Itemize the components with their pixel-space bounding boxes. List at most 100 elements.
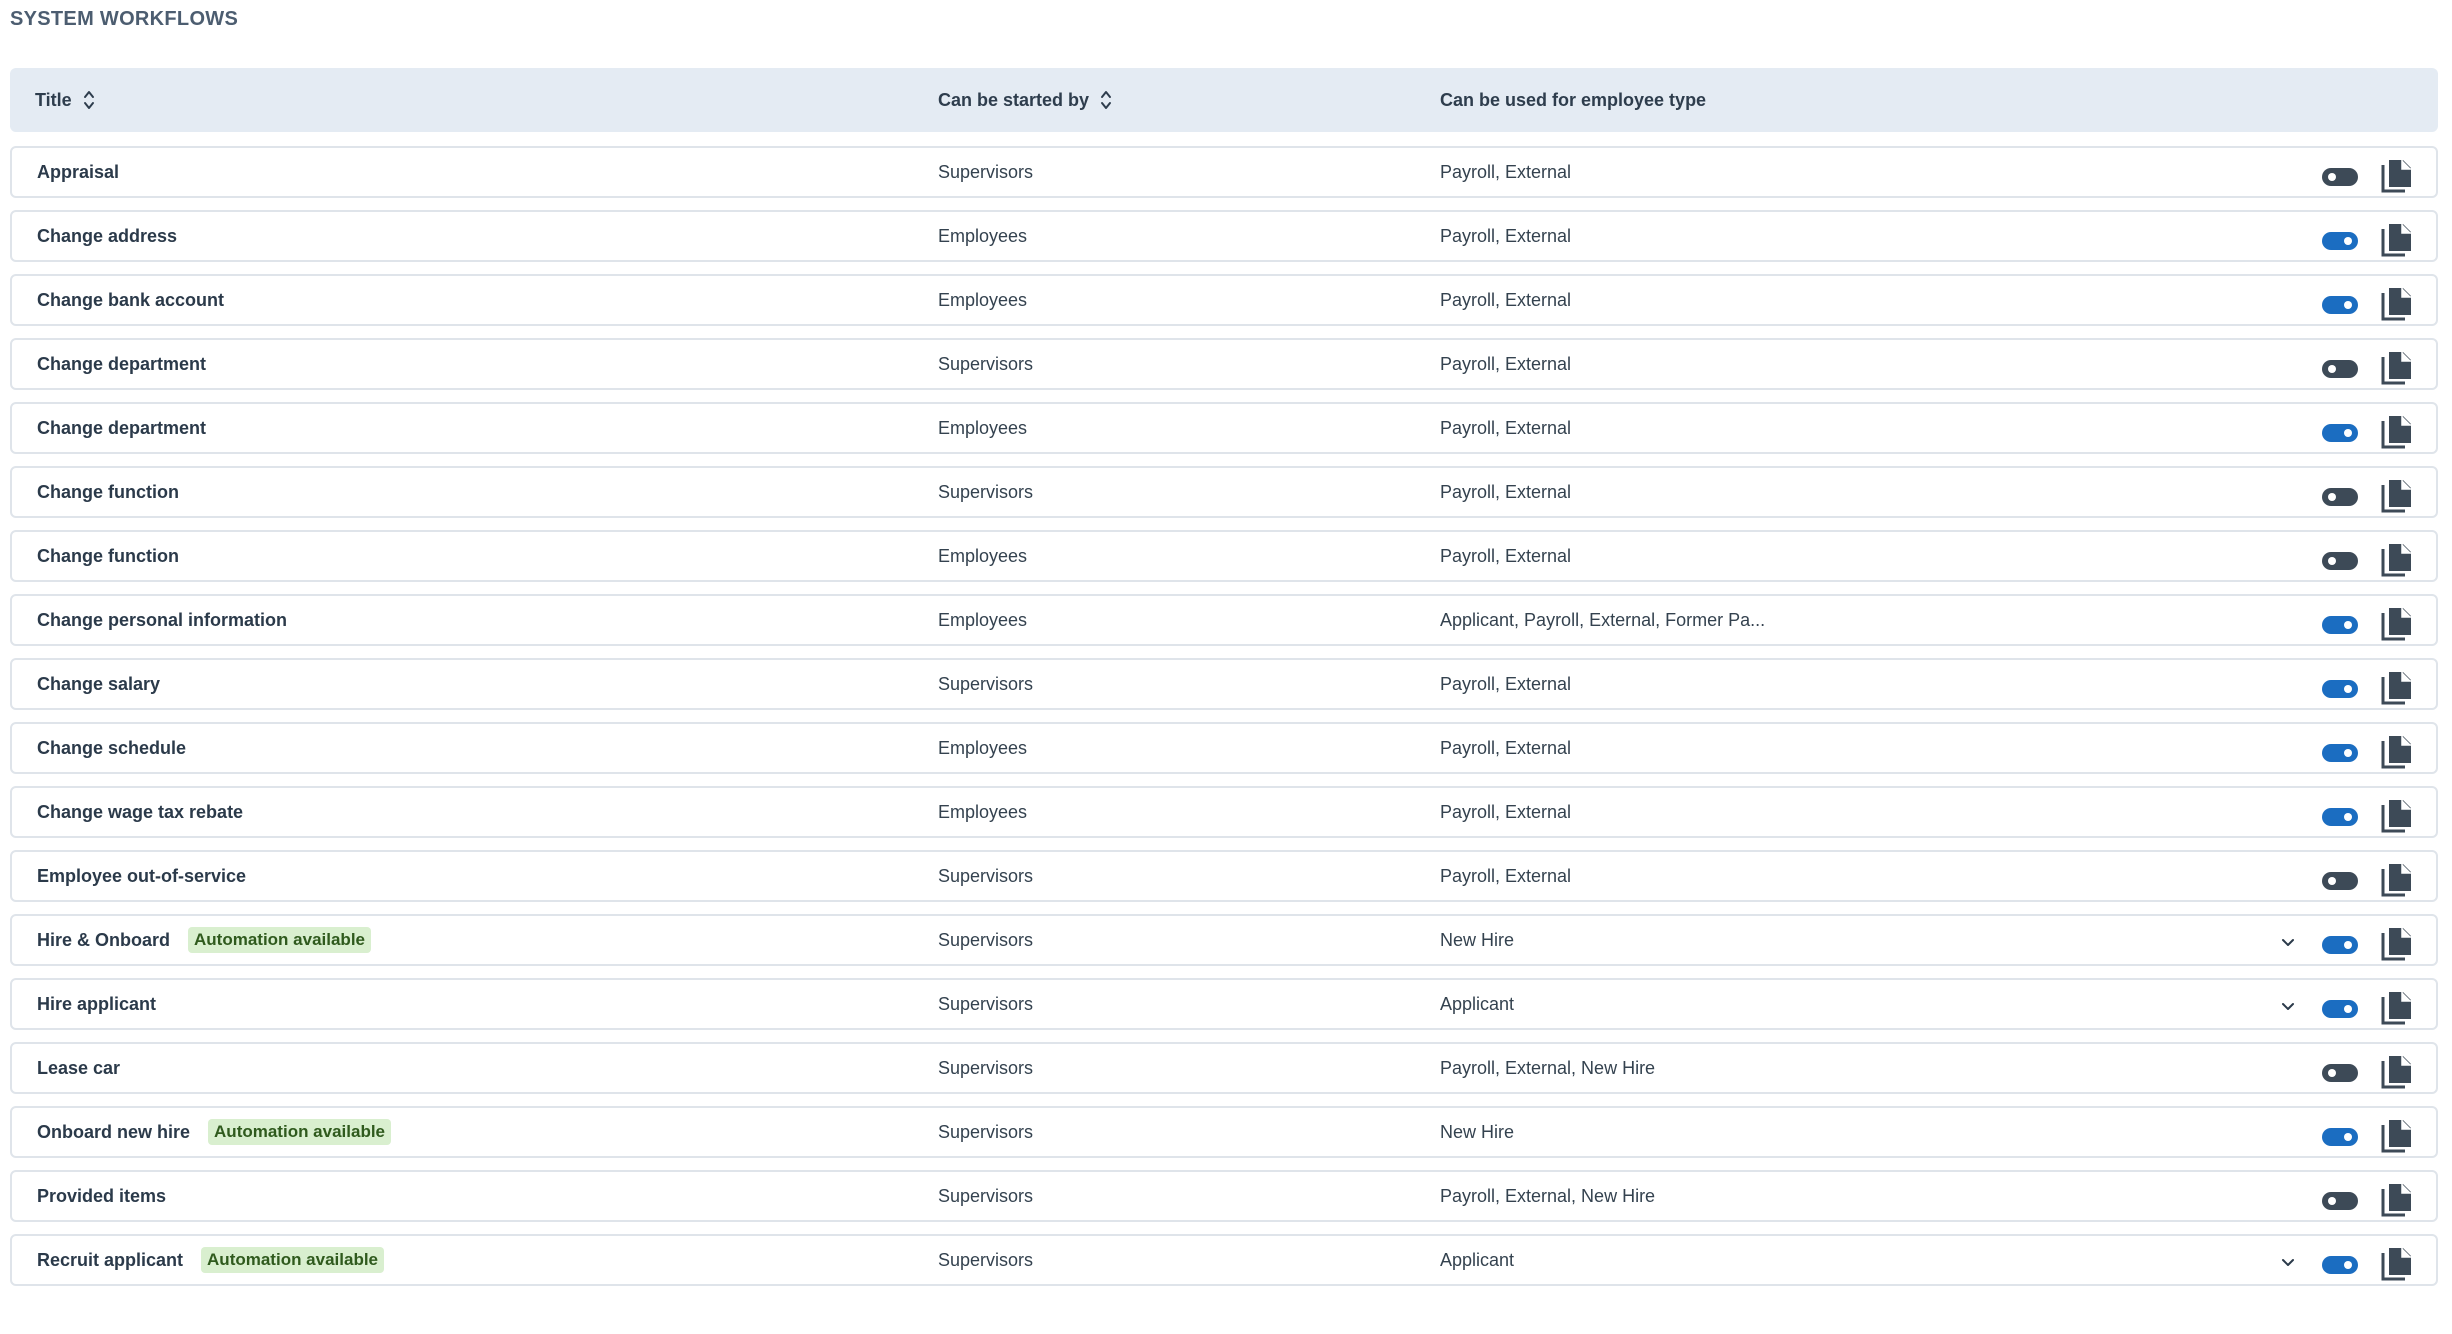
copy-icon[interactable] [2380,1246,2414,1282]
toggle-icon[interactable] [2322,552,2358,570]
row-title-cell: Hire applicant [37,980,156,1028]
copy-icon[interactable] [2380,222,2414,258]
sort-icon[interactable] [82,87,96,113]
copy-icon[interactable] [2380,158,2414,194]
table-row[interactable]: Change personal information Employees Appl… [10,594,2438,646]
table-row[interactable]: Change schedule Employees Payroll, Externa… [10,722,2438,774]
row-title-cell: Recruit applicant Automation available [37,1236,385,1284]
toggle-icon[interactable] [2322,1064,2358,1082]
row-employee-type: Applicant [1440,1249,1515,1270]
toggle-knob [2344,301,2352,309]
table-row[interactable]: Lease car Supervisors Payroll, External, N… [10,1042,2438,1094]
row-started-by: Supervisors [938,1185,1034,1206]
column-header-title-label: Title [35,89,72,110]
toggle-icon[interactable] [2322,1192,2358,1210]
copy-icon[interactable] [2380,414,2414,450]
toggle-icon[interactable] [2322,360,2358,378]
toggle-knob [2328,557,2336,565]
chevron-down-icon[interactable] [2278,1252,2298,1272]
toggle-knob [2344,621,2352,629]
toggle-icon[interactable] [2322,1256,2358,1274]
column-header-title[interactable]: Title [35,68,96,132]
row-title: Employee out-of-service [37,865,247,886]
copy-icon[interactable] [2380,350,2414,386]
toggle-icon[interactable] [2322,296,2358,314]
sort-icon[interactable] [1099,87,1113,113]
toggle-knob [2344,1133,2352,1141]
automation-badge: Automation available [201,1247,385,1273]
column-header-employee-type-label: Can be used for employee type [1440,89,1707,110]
table-row[interactable]: Change department Employees Payroll, Exter… [10,402,2438,454]
row-title-cell: Change address [37,212,177,260]
row-employee-type: Payroll, External [1440,225,1572,246]
table-row[interactable]: Change bank account Employees Payroll, Ext… [10,274,2438,326]
table-row[interactable]: Change salary Supervisors Payroll, Externa… [10,658,2438,710]
copy-icon[interactable] [2380,990,2414,1026]
row-employee-type: Payroll, External [1440,545,1572,566]
table-row[interactable]: Change department Supervisors Payroll, Ext… [10,338,2438,390]
copy-icon[interactable] [2380,1054,2414,1090]
row-title: Change function [37,545,179,566]
section-title: SYSTEM WORKFLOWS [10,8,239,30]
toggle-icon[interactable] [2322,744,2358,762]
toggle-icon[interactable] [2322,808,2358,826]
table-row[interactable]: Employee out-of-service Supervisors Payrol… [10,850,2438,902]
copy-icon[interactable] [2380,798,2414,834]
table-row[interactable]: Provided items Supervisors Payroll, Extern… [10,1170,2438,1222]
copy-icon[interactable] [2380,606,2414,642]
toggle-icon[interactable] [2322,168,2358,186]
row-employee-type: New Hire [1440,1121,1515,1142]
automation-badge: Automation available [188,927,371,953]
row-employee-type: Payroll, External [1440,737,1572,758]
row-title-cell: Change function [37,468,179,516]
table-row[interactable]: Change address Employees Payroll, External [10,210,2438,262]
row-title-cell: Change schedule [37,724,186,772]
copy-icon[interactable] [2380,862,2414,898]
copy-icon[interactable] [2380,734,2414,770]
row-started-by: Supervisors [938,673,1034,694]
copy-icon[interactable] [2380,542,2414,578]
row-started-by: Employees [938,545,1028,566]
row-started-by: Employees [938,609,1028,630]
chevron-down-icon[interactable] [2278,996,2298,1016]
workflows-table: Title Can be started by Can be used for … [10,68,2438,1298]
table-row[interactable]: Hire & Onboard Automation available Superv… [10,914,2438,966]
row-employee-type: Payroll, External [1440,481,1572,502]
row-title-cell: Change bank account [37,276,224,324]
copy-icon[interactable] [2380,926,2414,962]
toggle-icon[interactable] [2322,232,2358,250]
row-started-by: Employees [938,417,1028,438]
copy-icon[interactable] [2380,1118,2414,1154]
table-row[interactable]: Change function Employees Payroll, Externa… [10,530,2438,582]
toggle-icon[interactable] [2322,680,2358,698]
table-body: Appraisal Supervisors Payroll, External Cha… [10,146,2438,1286]
copy-icon[interactable] [2380,1182,2414,1218]
row-title: Change personal information [37,609,288,630]
row-started-by: Supervisors [938,481,1034,502]
row-title-cell: Onboard new hire Automation available [37,1108,392,1156]
toggle-icon[interactable] [2322,872,2358,890]
copy-icon[interactable] [2380,670,2414,706]
automation-badge: Automation available [208,1119,392,1145]
toggle-knob [2328,365,2336,373]
row-employee-type: Payroll, External [1440,865,1572,886]
table-row[interactable]: Recruit applicant Automation available Sup… [10,1234,2438,1286]
column-header-started-by[interactable]: Can be started by [938,68,1113,132]
row-started-by: Employees [938,737,1028,758]
toggle-knob [2344,813,2352,821]
copy-icon[interactable] [2380,286,2414,322]
column-header-started-by-label: Can be started by [938,89,1090,110]
toggle-icon[interactable] [2322,1128,2358,1146]
toggle-icon[interactable] [2322,488,2358,506]
toggle-icon[interactable] [2322,1000,2358,1018]
chevron-down-icon[interactable] [2278,932,2298,952]
table-row[interactable]: Change wage tax rebate Employees Payroll, … [10,786,2438,838]
table-row[interactable]: Change function Supervisors Payroll, Exter… [10,466,2438,518]
copy-icon[interactable] [2380,478,2414,514]
table-row[interactable]: Hire applicant Supervisors Applicant [10,978,2438,1030]
table-row[interactable]: Appraisal Supervisors Payroll, External [10,146,2438,198]
toggle-icon[interactable] [2322,936,2358,954]
toggle-icon[interactable] [2322,424,2358,442]
table-row[interactable]: Onboard new hire Automation available Supe… [10,1106,2438,1158]
toggle-icon[interactable] [2322,616,2358,634]
